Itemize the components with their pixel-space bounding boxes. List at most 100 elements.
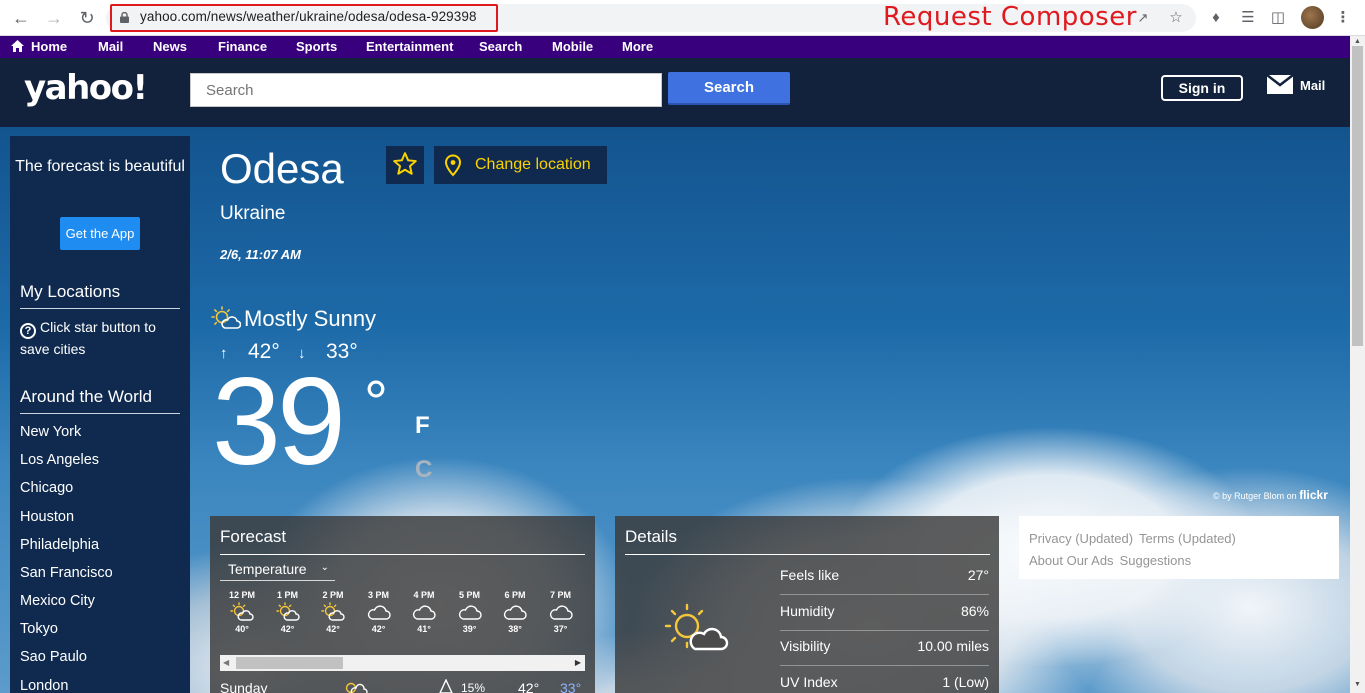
terms-link[interactable]: Terms (Updated) xyxy=(1139,531,1236,546)
degree-symbol: ° xyxy=(364,369,388,436)
cloud-icon xyxy=(492,602,538,624)
scroll-up-icon[interactable]: ▲ xyxy=(1354,38,1361,45)
request-composer-label: Request Composer xyxy=(883,2,1137,32)
yahoo-logo[interactable]: yahoo! xyxy=(24,68,148,108)
mail-label: Mail xyxy=(1300,78,1326,93)
suggestions-link[interactable]: Suggestions xyxy=(1120,553,1192,568)
profile-avatar[interactable] xyxy=(1301,6,1324,29)
city-link[interactable]: London xyxy=(20,678,68,693)
forward-arrow-icon[interactable]: → xyxy=(42,6,66,30)
hour-time: 5 PM xyxy=(458,590,480,600)
home-icon[interactable] xyxy=(10,39,25,53)
detail-value: 86% xyxy=(960,603,989,619)
bookmark-star-icon[interactable]: ☆ xyxy=(1166,8,1186,28)
city-link[interactable]: Sao Paulo xyxy=(20,649,87,665)
horizontal-scrollbar[interactable]: ◀ ▶ xyxy=(220,655,585,671)
topnav-more[interactable]: More xyxy=(622,39,653,54)
menu-kebab-icon[interactable]: ⋮ xyxy=(1333,8,1353,28)
topnav-mail[interactable]: Mail xyxy=(98,39,123,54)
about-ads-link[interactable]: About Our Ads xyxy=(1029,553,1114,568)
question-icon: ? xyxy=(20,323,36,339)
detail-value: 10.00 miles xyxy=(917,638,989,654)
footer-links: Privacy (Updated) Terms (Updated) About O… xyxy=(1019,516,1339,579)
scroll-down-icon[interactable]: ▼ xyxy=(1354,681,1361,688)
yahoo-top-nav: Home Mail News Finance Sports Entertainm… xyxy=(0,36,1350,58)
reload-icon[interactable]: ↻ xyxy=(75,6,99,30)
media-queue-icon[interactable]: ☰ xyxy=(1238,8,1258,28)
favorite-star-button[interactable] xyxy=(386,146,424,184)
hour-time: 7 PM xyxy=(549,590,571,600)
city-link[interactable]: Los Angeles xyxy=(20,452,99,468)
extensions-icon[interactable]: ♦ xyxy=(1206,8,1226,28)
country-name: Ukraine xyxy=(220,203,286,224)
cloud-icon xyxy=(401,602,447,624)
star-icon xyxy=(393,151,417,175)
local-datetime: 2/6, 11:07 AM xyxy=(220,247,301,262)
topnav-search[interactable]: Search xyxy=(479,39,522,54)
day-high: 42° xyxy=(518,680,540,693)
city-link[interactable]: Chicago xyxy=(20,480,73,496)
hour-time: 3 PM xyxy=(367,590,389,600)
photo-credit-text: © by Rutger Blom on xyxy=(1213,491,1297,501)
details-panel: Details Feels like 27° Humidity 86% Visibi… xyxy=(615,516,999,693)
hourly-forecast-strip[interactable]: 12 PM 40° 1 PM 42° 2 PM 42° 3 PM 42° 4 PM 41° 5 PM… xyxy=(220,556,585,656)
hourly-item: 2 PM 42° xyxy=(310,590,356,634)
hour-time: 2 PM xyxy=(322,590,344,600)
detail-divider xyxy=(780,630,989,631)
hour-time: 4 PM xyxy=(413,590,435,600)
page-scrollbar[interactable]: ▲ ▼ xyxy=(1350,36,1365,693)
page-scroll-thumb[interactable] xyxy=(1352,46,1363,346)
city-link[interactable]: Mexico City xyxy=(20,593,95,609)
share-icon[interactable]: ↗ xyxy=(1133,8,1153,28)
unit-fahrenheit-toggle[interactable]: F xyxy=(415,412,430,440)
topnav-finance[interactable]: Finance xyxy=(218,39,267,54)
sun-cloud-icon xyxy=(265,602,311,624)
city-link[interactable]: Houston xyxy=(20,509,74,525)
hour-time: 1 PM xyxy=(276,590,298,600)
back-arrow-icon[interactable]: ← xyxy=(9,6,33,30)
unit-celsius-toggle[interactable]: C xyxy=(415,456,432,484)
detail-label: Feels like xyxy=(780,567,840,583)
detail-divider xyxy=(780,594,989,595)
get-app-button[interactable]: Get the App xyxy=(60,217,140,250)
topnav-entertainment[interactable]: Entertainment xyxy=(366,39,453,54)
hourly-item: 7 PM 37° xyxy=(538,590,584,634)
sun-cloud-icon xyxy=(211,306,241,329)
sign-in-button[interactable]: Sign in xyxy=(1161,75,1243,101)
hour-temp: 39° xyxy=(462,624,477,634)
detail-label: UV Index xyxy=(780,674,838,690)
photo-credit[interactable]: © by Rutger Blom on flickr xyxy=(1213,488,1328,502)
url-highlight-box xyxy=(110,4,498,32)
privacy-link[interactable]: Privacy (Updated) xyxy=(1029,531,1133,546)
hour-temp: 40° xyxy=(235,624,249,634)
city-link[interactable]: New York xyxy=(20,424,81,440)
topnav-news[interactable]: News xyxy=(153,39,187,54)
scroll-left-icon[interactable]: ◀ xyxy=(223,658,229,667)
hour-time: 6 PM xyxy=(504,590,526,600)
city-link[interactable]: San Francisco xyxy=(20,565,113,581)
search-button[interactable]: Search xyxy=(668,72,790,105)
sun-cloud-icon xyxy=(220,602,265,624)
topnav-mobile[interactable]: Mobile xyxy=(552,39,593,54)
details-title: Details xyxy=(625,527,990,555)
change-location-button[interactable]: Change location xyxy=(434,146,607,184)
topnav-home[interactable]: Home xyxy=(31,39,67,54)
mail-link[interactable]: Mail xyxy=(1267,75,1326,95)
scroll-thumb[interactable] xyxy=(236,657,343,669)
forecast-panel: Forecast Temperature ⌄ 12 PM 40° 1 PM 42° 2 … xyxy=(210,516,595,693)
city-link[interactable]: Philadelphia xyxy=(20,537,99,553)
sidebar: The forecast is beautiful Get the App My… xyxy=(10,136,190,693)
location-pin-icon xyxy=(444,154,462,177)
condition-text: Mostly Sunny xyxy=(244,306,377,331)
current-temperature: 39 xyxy=(212,353,346,491)
topnav-sports[interactable]: Sports xyxy=(296,39,337,54)
city-link[interactable]: Tokyo xyxy=(20,621,58,637)
search-input[interactable] xyxy=(190,73,662,107)
side-panel-icon[interactable]: ◫ xyxy=(1268,8,1288,28)
mail-envelope-icon xyxy=(1267,75,1293,95)
hour-temp: 38° xyxy=(508,624,522,634)
cloud-icon xyxy=(356,602,402,624)
scroll-right-icon[interactable]: ▶ xyxy=(575,658,581,667)
hourly-item: 6 PM 38° xyxy=(492,590,538,634)
forecast-title: Forecast xyxy=(220,527,585,555)
